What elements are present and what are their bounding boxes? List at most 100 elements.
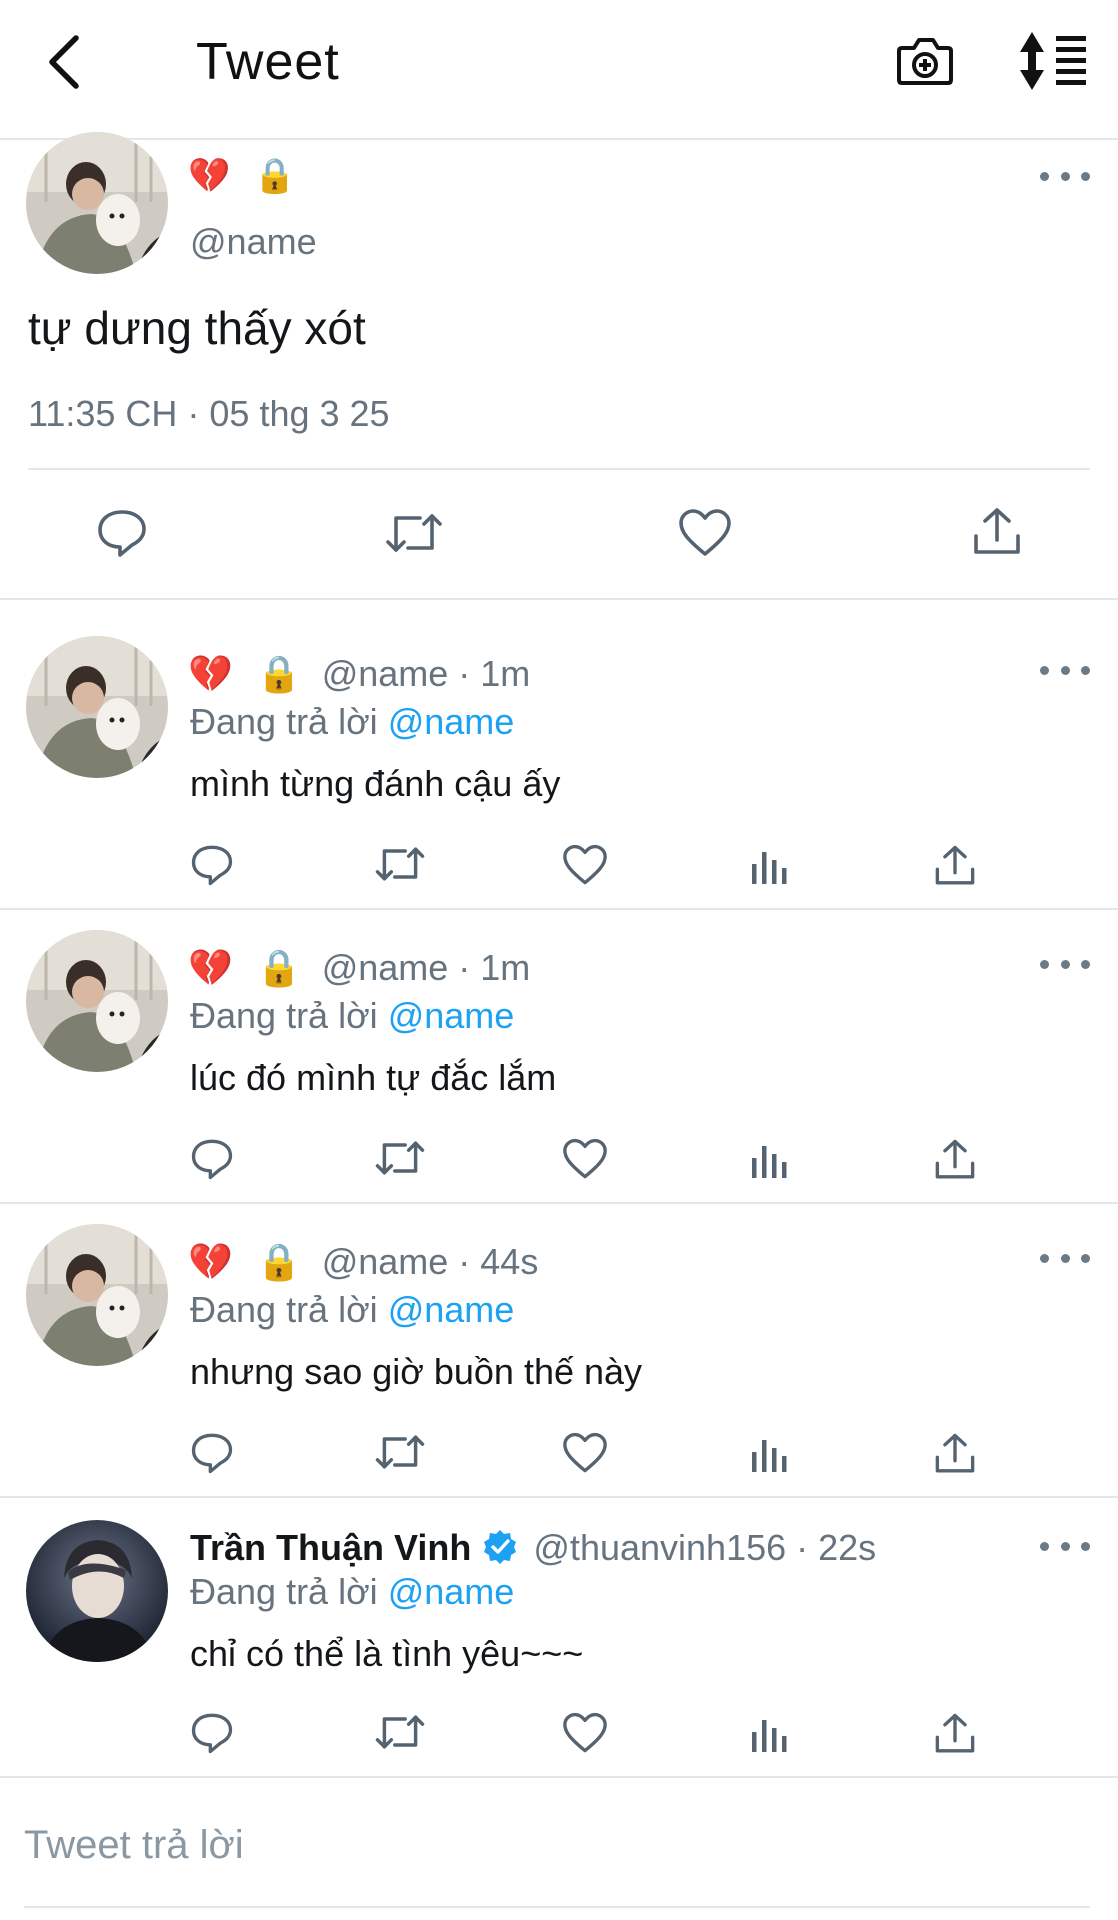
share-button[interactable] [934,1138,976,1187]
reply-text: lúc đó mình tự đắc lắm [190,1057,557,1098]
camera-button[interactable] [894,30,956,92]
more-options-button[interactable] [1040,1534,1090,1558]
reply-time: · 1m [448,947,531,988]
reply-text: chỉ có thể là tình yêu~~~ [190,1633,584,1674]
avatar-photo [26,1224,168,1366]
avatar[interactable] [26,636,168,778]
retweet-icon [375,1435,425,1469]
verified-badge-icon [484,1530,517,1564]
broken-heart-emoji: 💔 [188,157,231,195]
avatar[interactable] [26,1520,168,1662]
lock-emoji: 🔒 [256,653,302,694]
avatar[interactable] [26,132,168,274]
like-button[interactable] [678,508,732,563]
analytics-icon [752,852,787,884]
avatar-photo [26,930,168,1072]
reply-text: mình từng đánh cậu ấy [190,763,561,804]
reply-time: · 22s [786,1527,877,1568]
heart-icon [563,1138,607,1179]
analytics-button[interactable] [750,844,790,891]
more-options-button[interactable] [1040,658,1090,682]
share-icon [935,845,975,885]
back-button[interactable] [36,26,92,98]
divider [0,1202,1118,1204]
share-button[interactable] [934,844,976,893]
avatar[interactable] [26,1224,168,1366]
lock-emoji: 🔒 [253,157,297,195]
retweet-button[interactable] [374,1432,426,1477]
avatar[interactable] [26,930,168,1072]
reply-handle[interactable]: @name [322,1241,449,1282]
top-bar: Tweet [0,0,1118,140]
reply-icon [191,845,233,886]
replying-to-link[interactable]: @name [388,701,515,742]
lock-emoji: 🔒 [256,1241,302,1282]
like-button[interactable] [562,1712,608,1759]
reply-button[interactable] [96,508,148,563]
share-button[interactable] [934,1712,976,1761]
share-icon [974,508,1020,554]
reply-button[interactable] [190,1712,234,1759]
analytics-icon [752,1146,787,1178]
reply-icon [191,1713,233,1754]
avatar-photo [26,636,168,778]
reply-button[interactable] [190,1432,234,1479]
camera-add-icon [897,38,953,85]
display-name[interactable]: Trần Thuận Vinh [190,1527,471,1568]
sort-button[interactable] [1018,30,1088,92]
avatar-photo [26,132,168,274]
like-button[interactable] [562,1432,608,1479]
more-options-button[interactable] [1040,164,1090,188]
share-button[interactable] [972,506,1022,563]
share-icon [935,1433,975,1473]
heart-icon [563,1432,607,1473]
analytics-icon [752,1720,787,1752]
reply-handle[interactable]: @name [322,947,449,988]
share-button[interactable] [934,1432,976,1481]
replying-to-link[interactable]: @name [388,995,515,1036]
reply-button[interactable] [190,1138,234,1185]
reply-icon [191,1139,233,1180]
replying-to-link[interactable]: @name [388,1571,515,1612]
divider [0,598,1118,600]
replying-to-label: Đang trả lời [190,701,378,742]
replying-to-link[interactable]: @name [388,1289,515,1330]
reply-handle[interactable]: @thuanvinh156 [533,1527,786,1568]
more-options-button[interactable] [1040,1246,1090,1270]
divider [28,468,1090,470]
more-options-button[interactable] [1040,952,1090,976]
broken-heart-emoji: 💔 [188,653,233,694]
broken-heart-emoji: 💔 [188,1241,233,1282]
retweet-button[interactable] [374,1712,426,1757]
retweet-icon [375,847,425,881]
avatar-photo [26,1520,168,1662]
analytics-button[interactable] [750,1432,790,1479]
tweet-handle[interactable]: @name [190,220,317,264]
tweet-text: tự dưng thấy xót [28,302,366,354]
like-button[interactable] [562,844,608,891]
sort-list-icon [1020,32,1086,90]
tweet-timestamp[interactable]: 11:35 CH · 05 thg 3 25 [28,392,390,436]
reply-icon [98,510,146,557]
retweet-button[interactable] [374,1138,426,1183]
like-button[interactable] [562,1138,608,1185]
heart-icon [563,844,607,885]
replying-to-label: Đang trả lời [190,995,378,1036]
retweet-button[interactable] [384,510,444,561]
reply-text: nhưng sao giờ buồn thế này [190,1351,643,1392]
analytics-icon [752,1440,787,1472]
reply-composer-input[interactable]: Tweet trả lời [24,1820,244,1870]
replying-to-label: Đang trả lời [190,1571,378,1612]
reply-time: · 44s [448,1241,539,1282]
retweet-icon [386,514,442,552]
analytics-button[interactable] [750,1712,790,1759]
broken-heart-emoji: 💔 [188,947,233,988]
reply-handle[interactable]: @name [322,653,449,694]
heart-icon [563,1712,607,1753]
reply-button[interactable] [190,844,234,891]
analytics-button[interactable] [750,1138,790,1185]
heart-icon [679,509,731,556]
chevron-left-icon [49,35,79,89]
replying-to-label: Đang trả lời [190,1289,378,1330]
retweet-button[interactable] [374,844,426,889]
